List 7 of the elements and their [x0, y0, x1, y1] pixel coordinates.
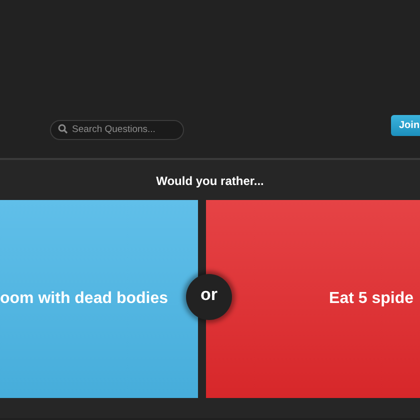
- answer-card[interactable]: oom with dead bodies: [0, 200, 198, 398]
- answer-text: Eat 5 spide: [329, 290, 414, 308]
- question-prompt: Would you rather...: [155, 173, 265, 190]
- join-button[interactable]: Join: [391, 115, 420, 136]
- search-icon: [58, 124, 68, 134]
- answer-text: oom with dead bodies: [0, 290, 168, 308]
- search-field[interactable]: Search Questions...: [50, 120, 184, 140]
